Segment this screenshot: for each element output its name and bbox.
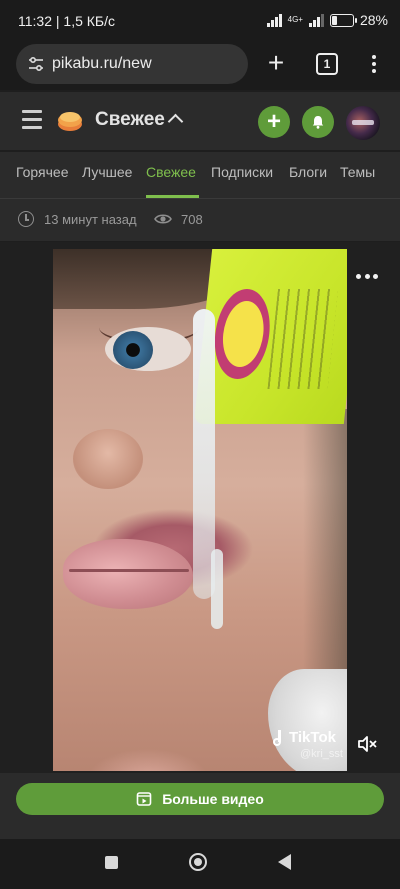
feed-tabs: Горячее Лучшее Свежее Подписки Блоги Тем…: [0, 152, 400, 199]
recents-icon[interactable]: [105, 856, 118, 869]
active-tab-indicator: [146, 195, 199, 198]
tiktok-handle: @kri_sst: [300, 748, 343, 760]
user-avatar[interactable]: [346, 106, 380, 140]
add-post-button[interactable]: +: [258, 106, 290, 138]
network-label: 4G+: [287, 15, 303, 24]
tiktok-watermark: TikTok: [273, 729, 336, 746]
post-time: 13 минут назад: [44, 212, 137, 227]
browser-toolbar: pikabu.ru/new + 1: [0, 40, 400, 90]
system-nav-bar: [0, 839, 400, 889]
tab-hot[interactable]: Горячее: [16, 164, 69, 180]
notifications-button[interactable]: [302, 106, 334, 138]
video-frame-package: [193, 249, 347, 424]
battery-percent: 28%: [359, 12, 388, 28]
home-icon[interactable]: [189, 853, 207, 871]
signal-icon: [266, 13, 282, 27]
chevron-up-icon[interactable]: [167, 113, 184, 130]
video-frame-shadow: [303, 409, 347, 669]
video-frame-iris: [113, 331, 153, 369]
tune-icon[interactable]: [28, 56, 44, 72]
signal-icon-2: [308, 13, 324, 27]
clock-icon: [18, 211, 34, 227]
more-options-icon[interactable]: [356, 274, 378, 280]
site-header: Свежее +: [0, 92, 400, 150]
tabs-counter-button[interactable]: 1: [316, 53, 338, 75]
post-meta: 13 минут назад 708: [0, 199, 400, 241]
tab-topics[interactable]: Темы: [340, 164, 375, 180]
video-container: TikTok @kri_sst: [0, 242, 400, 773]
back-icon[interactable]: [278, 854, 291, 870]
tab-best[interactable]: Лучшее: [82, 164, 132, 180]
bell-icon: [312, 116, 324, 129]
view-count: 708: [181, 212, 203, 227]
eye-icon: [154, 214, 172, 224]
system-status-bar: 11:32 | 1,5 КБ/с 4G+ 28%: [0, 0, 400, 40]
more-video-label[interactable]: Больше видео: [162, 791, 264, 807]
pikabu-logo[interactable]: [56, 106, 84, 134]
section-title[interactable]: Свежее: [95, 109, 165, 131]
url-text[interactable]: pikabu.ru/new: [52, 55, 152, 73]
video-frame-drip-2: [211, 549, 223, 629]
new-tab-button[interactable]: +: [262, 49, 290, 78]
video-frame-lipline: [69, 569, 189, 572]
address-bar[interactable]: pikabu.ru/new: [16, 44, 248, 84]
tiktok-logo-icon: [273, 729, 285, 746]
browser-menu-button[interactable]: [366, 52, 382, 76]
tab-subscriptions[interactable]: Подписки: [211, 164, 273, 180]
tab-fresh[interactable]: Свежее: [146, 164, 196, 180]
tab-blogs[interactable]: Блоги: [289, 164, 327, 180]
video-playlist-icon: [136, 792, 152, 806]
video-frame-lips: [63, 539, 193, 609]
video-player[interactable]: TikTok @kri_sst: [53, 249, 347, 771]
battery-icon: [329, 13, 357, 27]
more-video-button[interactable]: Больше видео: [16, 783, 384, 815]
status-time: 11:32 | 1,5 КБ/с: [18, 13, 115, 29]
video-frame-nose: [73, 429, 143, 489]
hamburger-icon[interactable]: [22, 110, 42, 130]
muted-speaker-icon[interactable]: [357, 734, 377, 754]
